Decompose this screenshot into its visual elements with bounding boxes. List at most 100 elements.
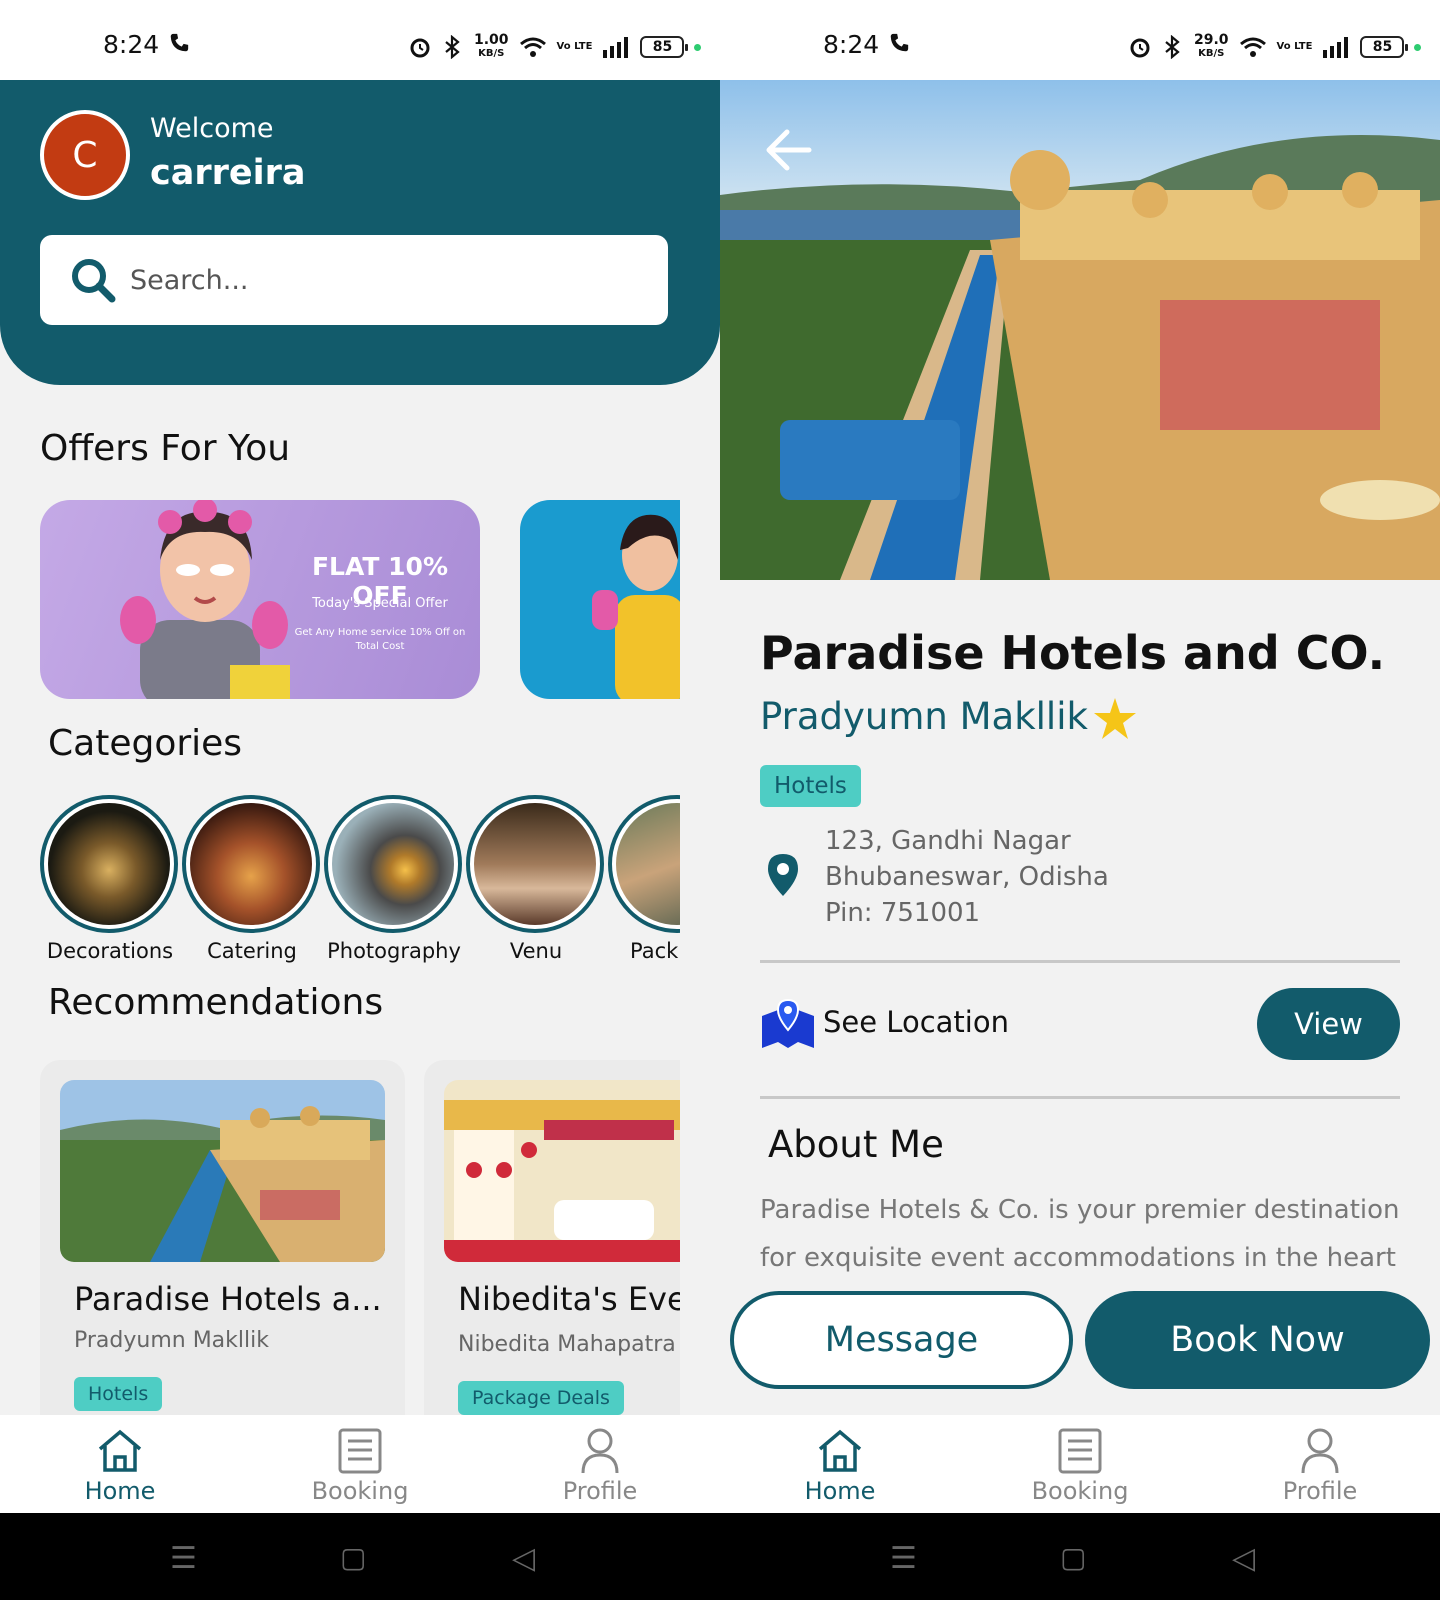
booking-list-icon <box>338 1428 382 1474</box>
status-time: 8:24 <box>103 30 160 59</box>
status-bar: 8:24 29.0 KB/S Vo LTE 85 <box>720 0 1440 80</box>
home-square-icon[interactable]: ▢ <box>340 1541 366 1574</box>
message-button[interactable]: Message <box>730 1291 1073 1389</box>
welcome-label: Welcome <box>150 113 274 144</box>
system-nav-bar: ☰ ▢ ◁ <box>0 1513 720 1600</box>
categories-title: Categories <box>48 723 243 764</box>
detail-screen: 8:24 29.0 KB/S Vo LTE 85 Paradise Hotels… <box>720 0 1440 1600</box>
volte-indicator: Vo LTE <box>556 41 593 52</box>
home-square-icon[interactable]: ▢ <box>1060 1541 1086 1574</box>
address-line-3: Pin: 751001 <box>825 898 981 928</box>
recommendations-title: Recommendations <box>48 982 384 1023</box>
alarm-icon <box>1130 38 1150 58</box>
divider <box>760 960 1400 963</box>
battery-icon: 85 <box>640 36 689 58</box>
offer-fine-print: Get Any Home service 10% Off on Total Co… <box>294 627 466 652</box>
category-label: Catering <box>207 939 297 963</box>
volte-indicator: Vo LTE <box>1276 41 1313 52</box>
avatar[interactable]: C <box>40 110 130 200</box>
star-icon <box>1093 697 1136 739</box>
category-label: Photography <box>327 939 461 963</box>
search-bar[interactable] <box>40 235 668 325</box>
nav-home-label: Home <box>84 1477 156 1505</box>
search-input[interactable] <box>130 253 630 307</box>
nav-home[interactable]: Home <box>50 1427 190 1505</box>
bluetooth-icon <box>445 35 460 59</box>
battery-icon: 85 <box>1360 36 1409 58</box>
back-triangle-icon[interactable]: ◁ <box>512 1541 535 1576</box>
nav-booking[interactable]: Booking <box>290 1427 430 1505</box>
recommendation-card[interactable]: Nibedita's Even Nibedita Mahapatra Packa… <box>424 1060 680 1415</box>
bottom-nav: Home Booking Profile <box>0 1415 720 1513</box>
wifi-icon <box>1239 37 1266 57</box>
recommendation-tag: Package Deals <box>458 1381 624 1415</box>
recommendation-card[interactable]: Paradise Hotels a... Pradyumn Makllik Ho… <box>40 1060 405 1415</box>
category-image <box>466 795 604 933</box>
book-now-button[interactable]: Book Now <box>1085 1291 1430 1389</box>
recommendations-list: Paradise Hotels a... Pradyumn Makllik Ho… <box>40 1060 680 1415</box>
offer-banner-2[interactable] <box>520 500 680 699</box>
offer-subline: Today's Special Offer <box>312 596 448 611</box>
nav-profile[interactable]: Profile <box>1250 1427 1390 1505</box>
status-time: 8:24 <box>823 30 880 59</box>
category-image <box>182 795 320 933</box>
system-nav-bar: ☰ ▢ ◁ <box>720 1513 1440 1600</box>
profile-icon <box>581 1428 619 1474</box>
recommendation-title: Paradise Hotels a... <box>74 1280 382 1318</box>
see-location-label: See Location <box>823 1005 1009 1039</box>
menu-icon[interactable]: ☰ <box>890 1541 917 1576</box>
categories-list: Decorations Catering Photography Venu Pa… <box>40 795 680 965</box>
category-venu[interactable]: Venu <box>466 795 606 963</box>
menu-icon[interactable]: ☰ <box>170 1541 197 1576</box>
category-image <box>324 795 462 933</box>
category-decorations[interactable]: Decorations <box>40 795 180 963</box>
map-icon <box>762 998 814 1048</box>
location-pin-icon <box>768 854 798 896</box>
home-icon <box>818 1429 862 1472</box>
nav-booking[interactable]: Booking <box>1010 1427 1150 1505</box>
network-speed: 29.0 KB/S <box>1194 32 1229 59</box>
recommendation-tag: Hotels <box>74 1377 163 1411</box>
listing-title: Paradise Hotels and CO. <box>760 626 1386 680</box>
category-photography[interactable]: Photography <box>324 795 464 963</box>
offer-model-illustration <box>120 500 290 699</box>
status-bar: 8:24 1.00 KB/S Vo LTE 85 <box>0 0 720 80</box>
nav-profile-label: Profile <box>562 1477 638 1505</box>
category-label: Venu <box>509 939 563 963</box>
alarm-icon <box>410 38 430 58</box>
back-arrow-icon[interactable] <box>765 128 813 172</box>
recommendation-image <box>444 1080 680 1262</box>
nav-profile-label: Profile <box>1282 1477 1358 1505</box>
network-speed: 1.00 KB/S <box>474 32 509 59</box>
category-label: Decorations <box>46 939 174 963</box>
category-image <box>608 795 680 933</box>
recommendation-owner: Pradyumn Makllik <box>74 1328 269 1353</box>
status-icons: 29.0 KB/S Vo LTE 85 <box>1128 32 1422 62</box>
bottom-nav: Home Booking Profile <box>720 1415 1440 1513</box>
offer-banner[interactable]: FLAT 10% OFF Today's Special Offer Get A… <box>40 500 480 699</box>
about-text: Paradise Hotels & Co. is your premier de… <box>760 1195 1400 1273</box>
privacy-dot <box>1414 43 1422 51</box>
bluetooth-icon <box>1165 35 1180 59</box>
booking-list-icon <box>1058 1428 1102 1474</box>
offer-model-illustration-2 <box>592 514 680 699</box>
category-tag: Hotels <box>760 765 861 807</box>
category-pack[interactable]: Pack <box>608 795 680 963</box>
signal-icon <box>1323 37 1349 58</box>
nav-profile[interactable]: Profile <box>530 1427 670 1505</box>
nav-booking-label: Booking <box>311 1477 409 1505</box>
nav-home[interactable]: Home <box>770 1427 910 1505</box>
category-image <box>40 795 178 933</box>
home-icon <box>98 1429 142 1472</box>
phone-call-icon <box>890 33 909 52</box>
owner-name: Pradyumn Makllik <box>760 695 1088 738</box>
listing-owner: Pradyumn Makllik <box>760 695 1138 742</box>
category-label: Pack <box>630 939 679 963</box>
recommendation-image <box>60 1080 385 1262</box>
about-title: About Me <box>768 1123 944 1166</box>
category-catering[interactable]: Catering <box>182 795 322 963</box>
divider <box>760 1096 1400 1099</box>
view-location-button[interactable]: View <box>1257 988 1400 1060</box>
privacy-dot <box>694 43 702 51</box>
back-triangle-icon[interactable]: ◁ <box>1232 1541 1255 1576</box>
